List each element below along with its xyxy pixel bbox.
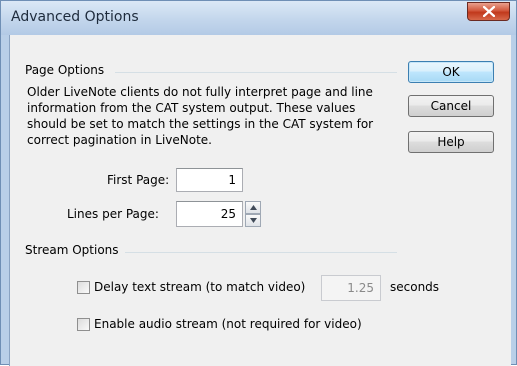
cancel-button[interactable]: Cancel	[408, 95, 494, 117]
page-options-divider	[115, 72, 397, 73]
delay-text-stream-label[interactable]: Delay text stream (to match video)	[94, 280, 305, 294]
dialog-body: Page Options Older LiveNote clients do n…	[9, 35, 511, 366]
delay-text-stream-checkbox[interactable]	[77, 281, 90, 294]
help-button[interactable]: Help	[408, 131, 494, 153]
page-options-description: Older LiveNote clients do not fully inte…	[27, 85, 374, 147]
page-options-label: Page Options	[25, 63, 105, 77]
window-title: Advanced Options	[11, 9, 139, 25]
first-page-input[interactable]: 1	[176, 168, 243, 192]
advanced-options-dialog: Advanced Options Page Options Older Live…	[0, 0, 517, 366]
delay-seconds-unit: seconds	[390, 280, 440, 294]
close-icon	[483, 6, 495, 17]
close-button[interactable]	[467, 2, 510, 21]
ok-button[interactable]: OK	[408, 61, 494, 83]
enable-audio-stream-checkbox[interactable]	[77, 318, 90, 331]
lines-per-page-spinner	[245, 201, 261, 227]
spin-down-icon	[250, 218, 257, 223]
lines-per-page-input[interactable]: 25	[176, 201, 243, 227]
delay-seconds-input[interactable]: 1.25	[321, 275, 381, 301]
enable-audio-stream-label[interactable]: Enable audio stream (not required for vi…	[94, 317, 362, 331]
first-page-label: First Page:	[107, 173, 170, 187]
spin-up-button[interactable]	[245, 201, 261, 214]
spin-down-button[interactable]	[245, 214, 261, 227]
stream-options-label: Stream Options	[25, 243, 119, 257]
title-bar[interactable]: Advanced Options	[1, 1, 516, 35]
spin-up-icon	[250, 205, 257, 210]
lines-per-page-label: Lines per Page:	[67, 207, 159, 221]
stream-options-divider	[125, 252, 397, 253]
